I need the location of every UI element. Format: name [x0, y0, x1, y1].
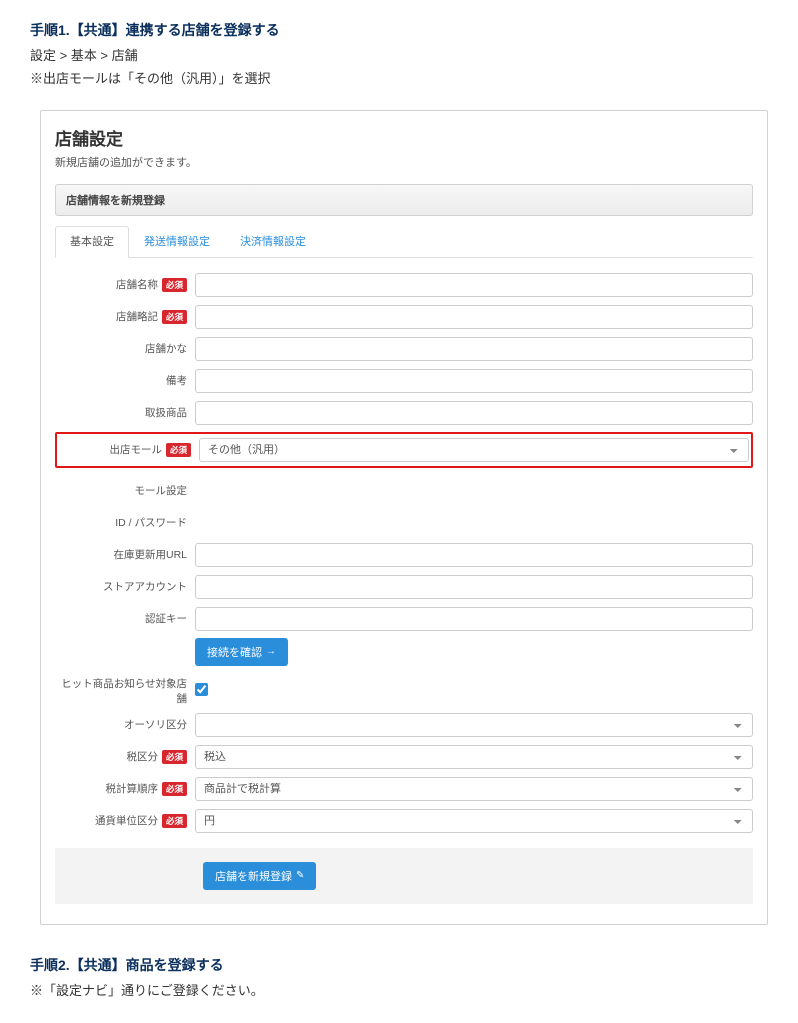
input-auth-key[interactable] — [195, 607, 753, 631]
row-hit-notify: ヒット商品お知らせ対象店舗 — [55, 676, 753, 706]
section-header: 店舗情報を新規登録 — [55, 184, 753, 216]
register-store-button[interactable]: 店舗を新規登録 — [203, 862, 316, 890]
store-settings-panel: 店舗設定 新規店舗の追加ができます。 店舗情報を新規登録 基本設定 発送情報設定… — [40, 110, 768, 925]
panel-desc: 新規店舗の追加ができます。 — [55, 154, 753, 170]
label-currency-unit: 通貨単位区分 — [95, 813, 158, 828]
input-store-account[interactable] — [195, 575, 753, 599]
step1-title: 手順1.【共通】連携する店舗を登録する — [30, 20, 768, 40]
select-mall[interactable]: その他（汎用） — [199, 438, 749, 462]
tab-shipping[interactable]: 発送情報設定 — [129, 226, 225, 258]
required-badge: 必須 — [162, 310, 187, 324]
step1-note: ※出店モールは「その他（汎用）」を選択 — [30, 69, 768, 90]
input-stock-url[interactable] — [195, 543, 753, 567]
row-products: 取扱商品 — [55, 400, 753, 426]
select-tax-type[interactable]: 税込 — [195, 745, 753, 769]
step2-title: 手順2.【共通】商品を登録する — [30, 955, 768, 975]
row-store-account: ストアアカウント — [55, 574, 753, 600]
label-auth-type: オーソリ区分 — [124, 717, 187, 732]
label-note: 備考 — [166, 373, 187, 388]
label-mall-settings: モール設定 — [135, 483, 188, 498]
input-store-name[interactable] — [195, 273, 753, 297]
required-badge: 必須 — [162, 750, 187, 764]
tabs: 基本設定 発送情報設定 決済情報設定 — [55, 226, 753, 258]
select-currency-unit[interactable]: 円 — [195, 809, 753, 833]
label-store-account: ストアアカウント — [103, 579, 187, 594]
step1-breadcrumb: 設定 > 基本 > 店舗 — [30, 46, 768, 67]
label-store-kana: 店舗かな — [145, 341, 187, 356]
input-store-abbrev[interactable] — [195, 305, 753, 329]
row-auth-type: オーソリ区分 — [55, 712, 753, 738]
row-test-conn: 接続を確認 — [55, 638, 753, 666]
highlight-mall: 出店モール必須 その他（汎用） — [55, 432, 753, 468]
required-badge: 必須 — [166, 443, 191, 457]
row-currency-unit: 通貨単位区分必須 円 — [55, 808, 753, 834]
row-tax-type: 税区分必須 税込 — [55, 744, 753, 770]
row-idpw: ID / パスワード — [55, 510, 753, 536]
row-store-kana: 店舗かな — [55, 336, 753, 362]
row-stock-url: 在庫更新用URL — [55, 542, 753, 568]
input-store-kana[interactable] — [195, 337, 753, 361]
label-store-abbrev: 店舗略記 — [116, 309, 158, 324]
label-stock-url: 在庫更新用URL — [113, 547, 187, 562]
select-tax-order[interactable]: 商品計で税計算 — [195, 777, 753, 801]
step2-note: ※「設定ナビ」通りにご登録ください。 — [30, 981, 768, 1002]
row-mall-settings: モール設定 — [55, 478, 753, 504]
checkbox-hit-notify[interactable] — [195, 683, 208, 696]
input-note[interactable] — [195, 369, 753, 393]
label-tax-type: 税区分 — [126, 749, 158, 764]
label-products: 取扱商品 — [145, 405, 187, 420]
row-auth-key: 認証キー — [55, 606, 753, 632]
label-auth-key: 認証キー — [145, 611, 187, 626]
label-hit-notify: ヒット商品お知らせ対象店舗 — [55, 676, 187, 706]
row-store-abbrev: 店舗略記必須 — [55, 304, 753, 330]
panel-title: 店舗設定 — [55, 125, 753, 150]
row-tax-order: 税計算順序必須 商品計で税計算 — [55, 776, 753, 802]
label-tax-order: 税計算順序 — [105, 781, 158, 796]
tab-basic[interactable]: 基本設定 — [55, 226, 129, 258]
required-badge: 必須 — [162, 782, 187, 796]
row-store-name: 店舗名称必須 — [55, 272, 753, 298]
required-badge: 必須 — [162, 278, 187, 292]
row-note: 備考 — [55, 368, 753, 394]
test-connection-button[interactable]: 接続を確認 — [195, 638, 288, 666]
label-mall: 出店モール — [109, 442, 162, 457]
input-products[interactable] — [195, 401, 753, 425]
form-footer: 店舗を新規登録 — [55, 848, 753, 904]
select-auth-type[interactable] — [195, 713, 753, 737]
label-idpw: ID / パスワード — [115, 515, 187, 530]
tab-payment[interactable]: 決済情報設定 — [225, 226, 321, 258]
required-badge: 必須 — [162, 814, 187, 828]
label-store-name: 店舗名称 — [116, 277, 158, 292]
